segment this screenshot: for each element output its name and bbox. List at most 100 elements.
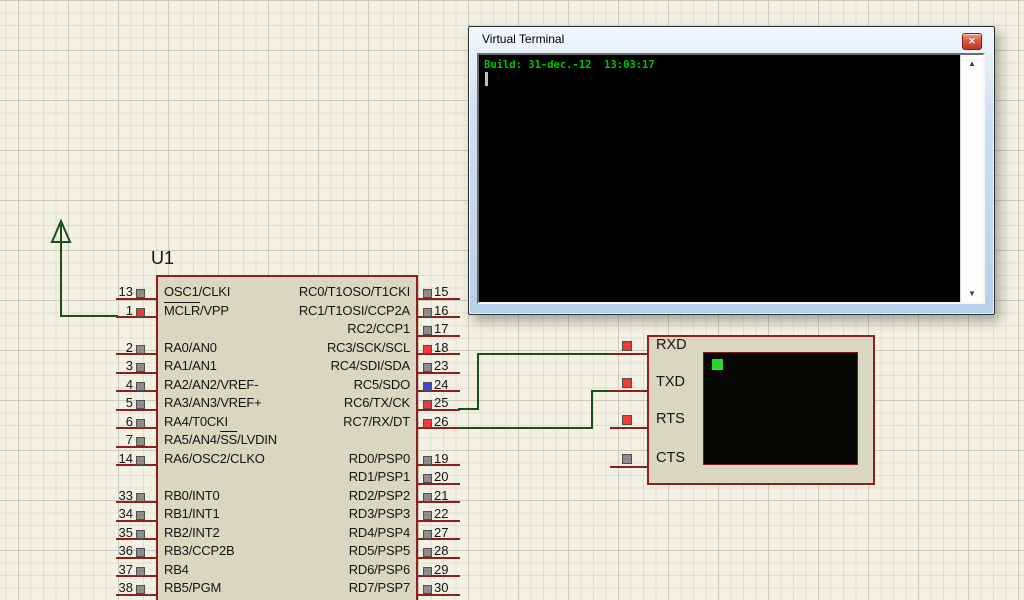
pin-label-text: RC7/RX/DT	[343, 413, 410, 429]
pin-label-text: RD5/PSP5	[348, 543, 410, 558]
pin-label: RD5/PSP5	[244, 543, 410, 558]
pin-label-text: RC6/TX/CK	[343, 395, 410, 410]
scroll-up-icon[interactable]: ▲	[961, 59, 983, 68]
pin-label-text: RA0/AN0	[164, 339, 217, 355]
pin-number: 28	[434, 543, 449, 558]
terminal-pin-label: TXD	[656, 374, 685, 390]
terminal-pin-label: RTS	[656, 411, 685, 427]
pin-line[interactable]	[610, 466, 649, 468]
pin-label: RC4/SDI/SDA	[244, 358, 411, 373]
pin-label-text: RB1/INT1	[164, 506, 220, 521]
pin-indicator	[423, 511, 432, 520]
pin-number: 13	[118, 284, 133, 299]
pin-indicator	[136, 492, 145, 502]
pin-label: RB4	[164, 562, 189, 577]
pin-label: RB0/INT0	[164, 487, 220, 503]
scroll-down-icon[interactable]: ▼	[961, 289, 983, 298]
pin-line[interactable]	[610, 353, 649, 355]
pin-indicator	[423, 289, 432, 298]
pin-label: RA1/AN1	[164, 358, 217, 373]
pin-label-text: RA1/AN1	[164, 358, 217, 373]
pin-label: RD1/PSP1	[244, 469, 410, 484]
pin-label-text: RB4	[164, 561, 189, 577]
terminal-scrollbar[interactable]: ▲ ▼	[960, 55, 983, 302]
pin-number: 2	[125, 339, 133, 355]
pin-label: RB5/PGM	[164, 580, 221, 595]
pin-number: 25	[434, 395, 449, 410]
pin-indicator	[136, 529, 145, 539]
pin-number: 18	[434, 339, 449, 355]
pin-indicator	[136, 566, 145, 576]
pin-line[interactable]	[610, 427, 649, 429]
pin-number: 37	[118, 561, 133, 577]
pin-indicator	[622, 378, 632, 388]
pin-indicator	[622, 415, 632, 425]
pin-number: 27	[434, 524, 449, 540]
pin-indicator	[136, 363, 145, 372]
terminal-pin-label: RXD	[656, 337, 687, 353]
pin-label: RD4/PSP4	[244, 525, 410, 540]
pin-label-text: RC4/SDI/SDA	[330, 358, 411, 373]
terminal-content: Build: 31-dec.-12 13:03:17 ▲ ▼	[477, 53, 985, 304]
virtual-terminal-component-screen	[703, 352, 858, 465]
pin-number: 33	[118, 487, 133, 503]
pin-label: RA4/T0CKI	[164, 414, 228, 429]
pin-label: RB1/INT1	[164, 506, 220, 521]
pin-label-text: RC3/SCK/SCL	[326, 339, 410, 355]
terminal-text-line: Build: 31-dec.-12 13:03:17	[484, 59, 655, 71]
pin-label-text: RA4/T0CKI	[164, 413, 228, 429]
pin-indicator	[136, 418, 145, 428]
virtual-terminal-window[interactable]: Virtual Terminal ✕ Build: 31-dec.-12 13:…	[468, 26, 995, 315]
pin-number: 15	[434, 284, 449, 299]
wire-rc7-rx-to-txd[interactable]	[458, 390, 610, 429]
pin-label-text: RB5/PGM	[164, 580, 222, 595]
pin-number: 38	[118, 580, 133, 595]
pin-number: 36	[118, 543, 133, 558]
pin-label: RC3/SCK/SCL	[244, 340, 410, 355]
pin-indicator	[136, 437, 145, 446]
pin-label: RD3/PSP3	[244, 506, 410, 521]
pin-number: 19	[434, 450, 449, 466]
wire-rc6-tx-to-rxd[interactable]	[458, 353, 610, 410]
pin-label: RC0/T1OSO/T1CKI	[244, 284, 410, 299]
terminal-activity-led	[712, 359, 723, 370]
window-title: Virtual Terminal	[482, 32, 565, 46]
pin-label: RD7/PSP7	[244, 580, 410, 595]
pin-label-text: RC5/SDO	[353, 376, 411, 392]
pin-label-text: RB2/INT2	[164, 524, 220, 540]
pin-indicator	[622, 341, 632, 351]
pin-label-text: RB0/INT0	[164, 487, 220, 503]
pin-number: 1	[125, 302, 133, 318]
pin-number: 7	[125, 432, 133, 447]
pin-label-text: RC2/CCP1	[347, 321, 410, 336]
pin-indicator	[136, 344, 145, 354]
pin-number: 35	[118, 524, 133, 540]
pin-number: 26	[434, 413, 449, 429]
pin-number: 14	[118, 450, 133, 466]
pin-label: RC5/SDO	[244, 376, 411, 392]
pin-number: 20	[434, 469, 449, 484]
pin-number: 34	[118, 506, 133, 521]
terminal-screen[interactable]: Build: 31-dec.-12 13:03:17	[479, 55, 960, 302]
pin-label-text: MCLR	[164, 302, 201, 318]
pin-label: RC7/RX/DT	[244, 414, 410, 429]
pin-indicator	[423, 548, 432, 557]
pin-indicator	[423, 363, 432, 372]
pin-label: OSC1/CLKI	[164, 284, 230, 299]
pin-label-text: RD1/PSP1	[348, 469, 410, 484]
pin-indicator	[136, 585, 145, 594]
pin-indicator	[136, 400, 145, 409]
pin-label-text: RD2/PSP2	[348, 487, 410, 503]
pin-indicator	[423, 307, 432, 317]
pin-line[interactable]	[610, 390, 649, 392]
pin-indicator	[423, 455, 432, 465]
pin-label-text: RD0/PSP0	[348, 450, 410, 466]
terminal-cursor	[485, 72, 488, 86]
pin-label: RB3/CCP2B	[164, 543, 235, 558]
pin-number: 30	[434, 580, 449, 595]
pin-indicator	[423, 418, 432, 428]
pin-label: RD0/PSP0	[244, 451, 410, 466]
pin-indicator	[423, 585, 432, 594]
close-icon[interactable]: ✕	[962, 33, 982, 50]
pin-number: 17	[434, 321, 449, 336]
